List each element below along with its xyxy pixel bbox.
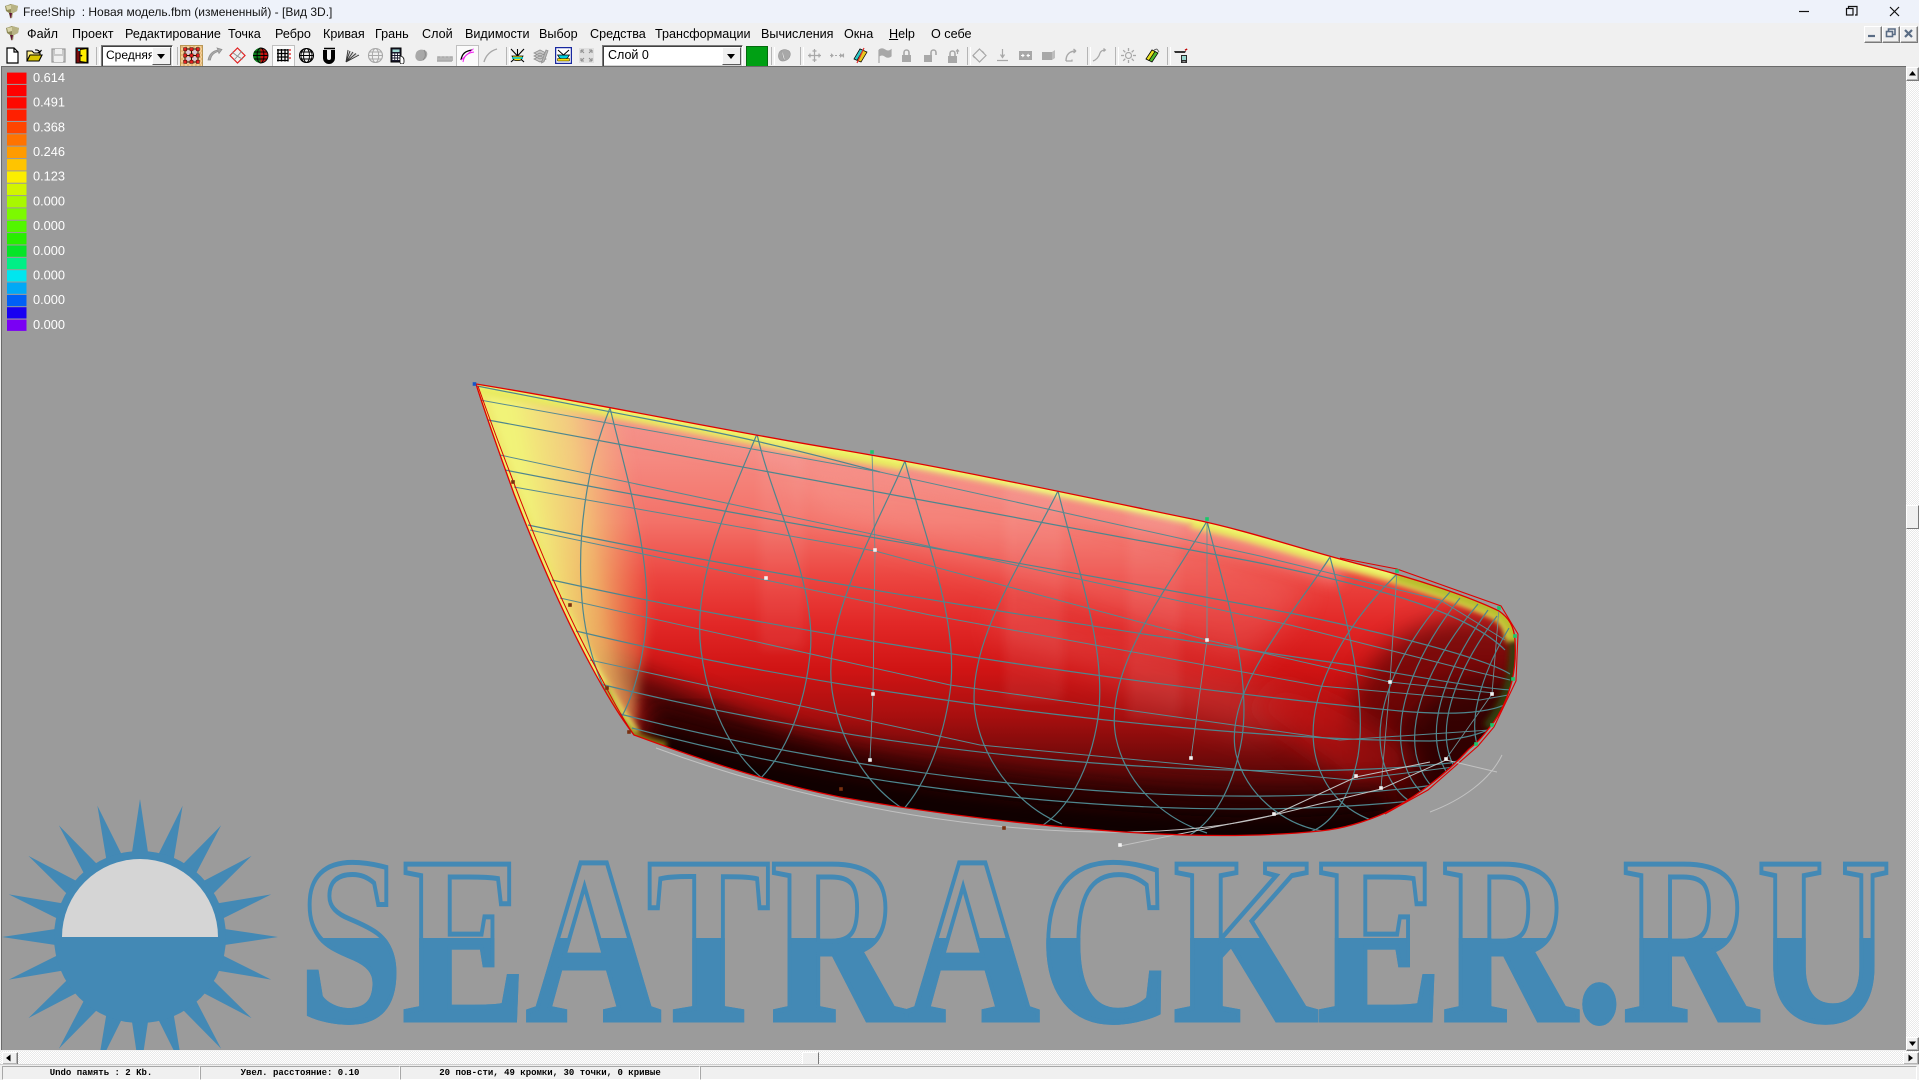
svg-text:0.491: 0.491 (33, 95, 65, 110)
svg-text:0.000: 0.000 (33, 268, 65, 283)
svg-text:0.000: 0.000 (33, 243, 65, 258)
svg-text:0.000: 0.000 (33, 218, 65, 233)
svg-text:0.000: 0.000 (33, 317, 65, 332)
svg-text:0.614: 0.614 (33, 70, 65, 85)
svg-text:0.123: 0.123 (33, 169, 65, 184)
svg-text:0.368: 0.368 (33, 119, 65, 134)
svg-text:0.000: 0.000 (33, 292, 65, 307)
svg-text:0.246: 0.246 (33, 144, 65, 159)
svg-text:0.000: 0.000 (33, 193, 65, 208)
